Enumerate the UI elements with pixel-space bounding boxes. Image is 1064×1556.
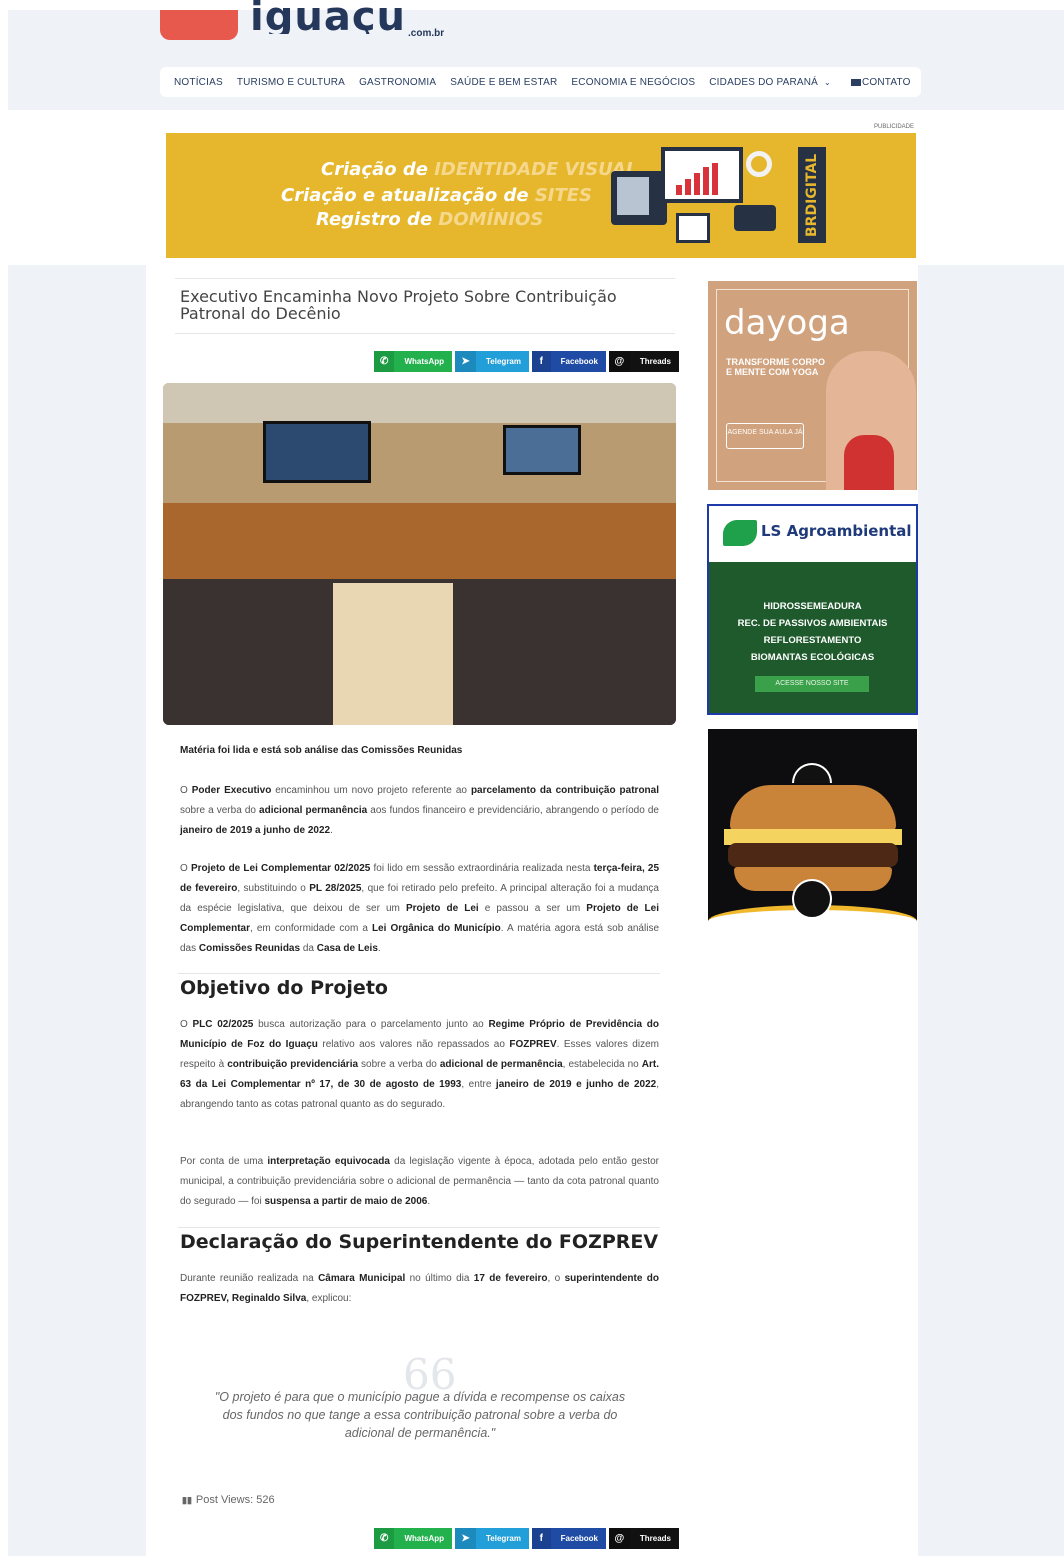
divider [178, 1227, 660, 1228]
tv-icon [611, 171, 667, 225]
site-logo[interactable]: iguaçu [250, 0, 406, 34]
share-threads-button[interactable]: @ Threads [609, 351, 679, 372]
nav-item-noticias[interactable]: NOTÍCIAS [174, 77, 223, 88]
article-title: Executivo Encaminha Novo Projeto Sobre C… [180, 287, 617, 323]
bar-chart-icon: ▮▮ [182, 1494, 192, 1505]
nav-item-gastronomia[interactable]: GASTRONOMIA [359, 77, 436, 88]
banner-line-2-text: Criação e atualização de [281, 185, 535, 206]
nav-item-saude[interactable]: SAÚDE E BEM ESTAR [450, 77, 557, 88]
post-views-label: Post Views: 526 [195, 1494, 275, 1506]
chef-logo-icon [792, 879, 832, 919]
ad-ls-service: BIOMANTAS ECOLÓGICAS [750, 652, 875, 663]
share-bar-top: ✆ WhatsApp ➤ Telegram f Facebook @ Threads [374, 351, 679, 372]
banner-line-3-accent: DOMÍNIOS [438, 209, 544, 230]
paragraph-5: Durante reunião realizada na Câmara Muni… [180, 1273, 659, 1304]
banner-line-1: Criação de IDENTIDADE VISUAL [321, 159, 637, 180]
gear-icon [746, 151, 772, 177]
yoga-figure [826, 351, 916, 490]
ad-dayoga[interactable]: dayoga TRANSFORME CORPO E MENTE COM YOGA… [708, 281, 917, 490]
threads-icon: @ [609, 1528, 630, 1549]
nav-item-cidades[interactable]: CIDADES DO PARANÁ ⌄ [709, 77, 831, 88]
share-threads-button[interactable]: @ Threads [609, 1528, 679, 1549]
ad-ls-services: HIDROSSEMEADURA REC. DE PASSIVOS AMBIENT… [709, 598, 916, 666]
banner-brand: BRDIGITAL [798, 147, 826, 243]
banner-line-2-accent: SITES [534, 185, 593, 206]
share-threads-label: Threads [639, 1534, 671, 1543]
section-heading-objetivo: Objetivo do Projeto [180, 977, 388, 999]
divider [178, 973, 660, 974]
threads-icon: @ [609, 351, 630, 372]
share-facebook-label: Facebook [560, 1534, 598, 1543]
divider [175, 278, 675, 279]
share-bar-bottom: ✆ WhatsApp ➤ Telegram f Facebook @ Threads [374, 1528, 679, 1549]
share-facebook-button[interactable]: f Facebook [532, 1528, 606, 1549]
divider [175, 333, 675, 334]
nav-item-economia[interactable]: ECONOMIA E NEGÓCIOS [571, 77, 695, 88]
ad-dayoga-cta[interactable]: AGENDE SUA AULA JÁ [726, 423, 804, 449]
nav-item-contato[interactable]: CONTATO [850, 76, 911, 88]
ad-dayoga-tagline: TRANSFORME CORPO E MENTE COM YOGA [726, 357, 825, 377]
share-facebook-label: Facebook [560, 357, 598, 366]
radio-icon [734, 205, 776, 231]
whatsapp-icon: ✆ [374, 351, 395, 372]
share-whatsapp-label: WhatsApp [404, 1534, 444, 1543]
telegram-icon: ➤ [455, 1528, 477, 1549]
bar-chart-icon [676, 163, 726, 195]
paragraph-2: O Projeto de Lei Complementar 02/2025 fo… [180, 863, 660, 954]
share-facebook-button[interactable]: f Facebook [532, 351, 606, 372]
chevron-down-icon: ⌄ [824, 77, 831, 87]
ad-ls-service: REC. DE PASSIVOS AMBIENTAIS [737, 618, 888, 629]
paragraph-3: O PLC 02/2025 busca autorização para o p… [180, 1019, 659, 1110]
share-telegram-label: Telegram [486, 1534, 521, 1543]
blockquote: "O projeto é para que o município pague … [214, 1390, 626, 1440]
ad-ls-brand: LS Agroambiental [761, 522, 912, 540]
page-margin-left [8, 265, 146, 1556]
telegram-icon: ➤ [455, 351, 477, 372]
photo-caption: Matéria foi lida e está sob análise das … [180, 745, 463, 756]
newspaper-icon [676, 213, 710, 243]
paragraph-4: Por conta de uma interpretação equivocad… [180, 1156, 659, 1207]
leaf-icon [723, 520, 757, 546]
post-views: ▮▮ Post Views: 526 [182, 1494, 275, 1506]
banner-ad[interactable]: Criação de IDENTIDADE VISUAL Criação e a… [166, 133, 916, 258]
ad-ls-cta[interactable]: ACESSE NOSSO SITE [755, 676, 869, 692]
share-whatsapp-label: WhatsApp [404, 357, 444, 366]
ad-burger[interactable] [708, 729, 917, 938]
banner-line-1-accent: IDENTIDADE VISUAL [434, 159, 638, 180]
whatsapp-icon: ✆ [374, 1528, 395, 1549]
burger-image [730, 785, 896, 831]
ad-dayoga-brand: dayoga [724, 303, 850, 343]
article-photo [163, 383, 676, 725]
share-threads-label: Threads [639, 357, 671, 366]
facebook-icon: f [532, 1528, 551, 1549]
logo-icon[interactable] [160, 10, 238, 40]
ad-ls-service: HIDROSSEMEADURA [763, 601, 862, 612]
facebook-icon: f [532, 351, 551, 372]
banner-line-3-text: Registro de [316, 209, 439, 230]
share-whatsapp-button[interactable]: ✆ WhatsApp [374, 1528, 452, 1549]
share-whatsapp-button[interactable]: ✆ WhatsApp [374, 351, 452, 372]
banner-line-1-text: Criação de [321, 159, 435, 180]
ad-ls-service: REFLORESTAMENTO [763, 635, 862, 646]
section-heading-declaracao: Declaração do Superintendente do FOZPREV [180, 1231, 659, 1253]
main-nav: NOTÍCIAS TURISMO E CULTURA GASTRONOMIA S… [160, 67, 921, 97]
share-telegram-label: Telegram [486, 357, 521, 366]
ad-ls-agroambiental[interactable]: LS Agroambiental HIDROSSEMEADURA REC. DE… [707, 504, 918, 715]
nav-item-cidades-label: CIDADES DO PARANÁ [709, 76, 819, 88]
mail-icon [850, 78, 861, 86]
ad-label: PUBLICIDADE [874, 124, 915, 130]
banner-line-3: Registro de DOMÍNIOS [316, 209, 543, 230]
restaurant-badge-icon [792, 763, 832, 783]
share-telegram-button[interactable]: ➤ Telegram [455, 351, 529, 372]
site-logo-suffix: .com.br [408, 28, 445, 39]
banner-line-2: Criação e atualização de SITES [281, 185, 592, 206]
share-telegram-button[interactable]: ➤ Telegram [455, 1528, 529, 1549]
paragraph-1: O Poder Executivo encaminhou um novo pro… [180, 785, 660, 836]
nav-item-turismo[interactable]: TURISMO E CULTURA [237, 77, 345, 88]
nav-item-contato-label: CONTATO [861, 76, 911, 88]
page-margin-right [918, 265, 1064, 1556]
